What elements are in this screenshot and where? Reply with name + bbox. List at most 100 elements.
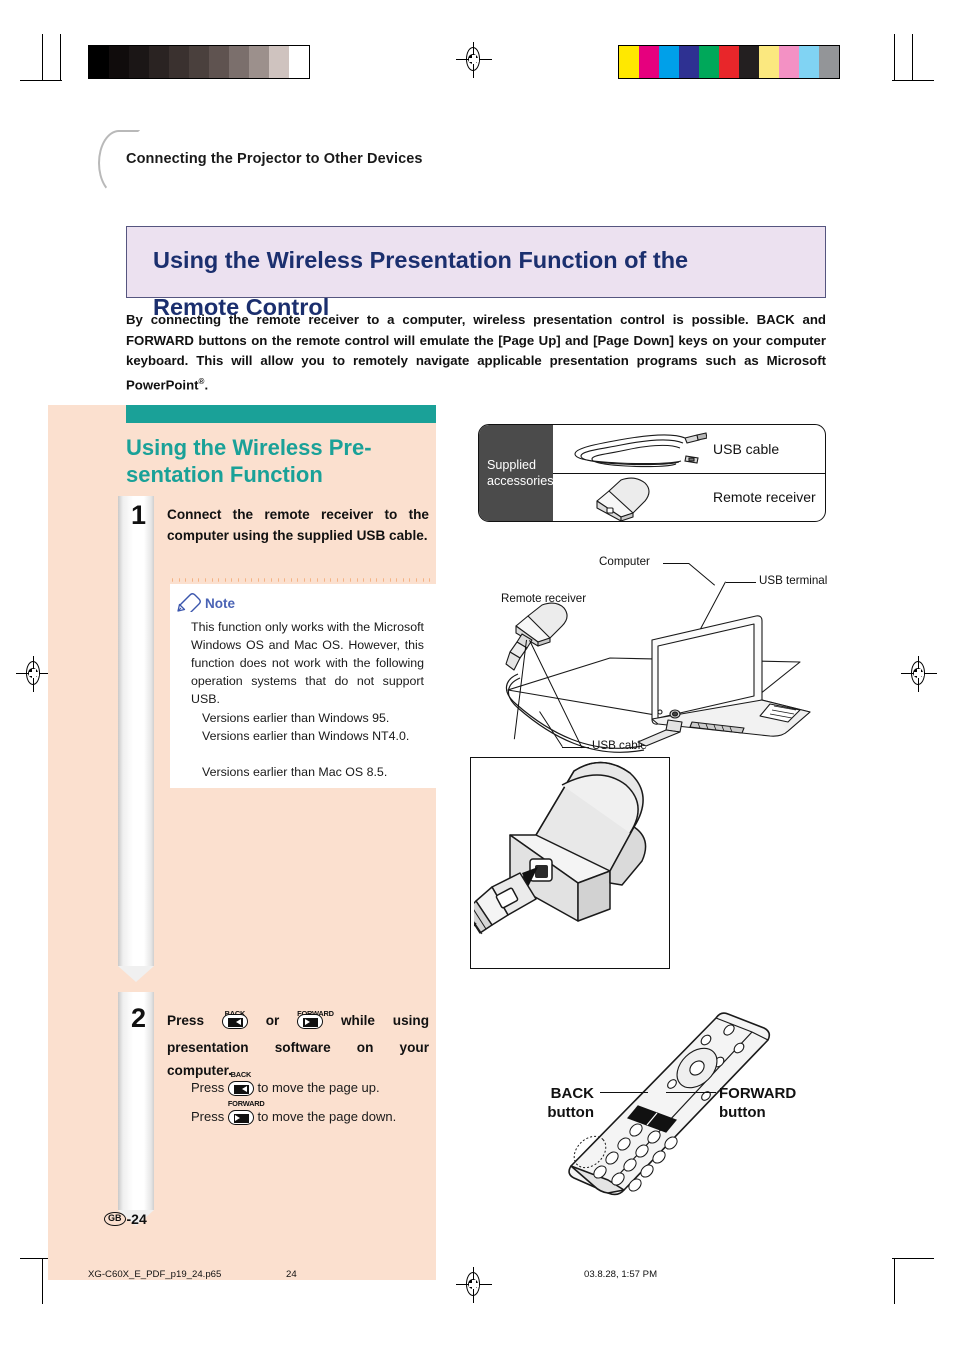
substep1-action: to move the page up. (257, 1080, 380, 1095)
grayscale-swatch (109, 46, 129, 78)
grayscale-swatch (129, 46, 149, 78)
color-calibration-bar (618, 45, 840, 79)
grayscale-swatch (289, 46, 309, 78)
region-badge: GB (104, 1212, 126, 1226)
back-key-cap (221, 1014, 248, 1029)
supplied-accessories-box: Supplied accessories USB cable Remote re… (478, 424, 826, 522)
note-bullet-1: Versions earlier than Windows 95. (202, 711, 390, 725)
connection-diagram (505, 602, 811, 753)
section-heading-rule (126, 405, 436, 423)
crop-mark-bottom-left-v (42, 1258, 43, 1304)
footer-timestamp: 03.8.28, 1:57 PM (584, 1269, 658, 1280)
crop-mark-inner-left-v (60, 34, 61, 80)
color-swatch (619, 46, 639, 78)
color-swatch (679, 46, 699, 78)
crop-mark-outer-right-h (892, 80, 934, 81)
registration-mark-right (901, 656, 937, 692)
page-number-value: -24 (126, 1211, 147, 1227)
crop-mark-bottom-right-h (892, 1258, 934, 1259)
back-key-cap-sub (227, 1081, 254, 1096)
forward-button-callout-line1: FORWARD (719, 1085, 797, 1102)
step2-text: Press BACK or FORWARD while using presen… (167, 1009, 429, 1082)
supplied-accessories-label: Supplied accessories (479, 425, 554, 521)
supplied-label-line2: accessories (487, 474, 554, 488)
note-paragraph: This function only works with the Micros… (191, 620, 424, 707)
receiver-detail-illustration (474, 761, 647, 935)
crop-mark-bottom-right-v (894, 1258, 895, 1304)
forward-key-glyph-sub: FORWARD (227, 1099, 265, 1128)
grayscale-calibration-bar (88, 45, 310, 79)
footer-filename: XG-C60X_E_PDF_p19_24.p65 (88, 1269, 222, 1280)
forward-button-callout-line2: button (719, 1104, 766, 1121)
color-swatch (739, 46, 759, 78)
section-heading-line2: sentation Function (126, 462, 323, 487)
crop-mark-inner-right-v (912, 34, 913, 80)
leader-line-forward-button (666, 1092, 716, 1093)
intro-period: . (204, 376, 209, 392)
grayscale-swatch (89, 46, 109, 78)
grayscale-swatch (189, 46, 209, 78)
leader-line-usb-terminal (726, 582, 756, 583)
step1-number: 1 (131, 500, 147, 530)
forward-key-glyph: FORWARD (297, 1009, 334, 1036)
usb-cable-label: USB cable (713, 441, 780, 457)
back-key-caption-sub: BACK (230, 1070, 252, 1079)
crop-mark-top-left-v2 (42, 34, 43, 80)
registration-mark-left (16, 656, 52, 692)
supplied-label-line1: Supplied (487, 458, 537, 472)
back-button-callout-line2: button (547, 1104, 594, 1121)
page-title-line1: Using the Wireless Presentation Function… (153, 247, 689, 273)
step1-flow-arrow (118, 496, 154, 982)
forward-button-callout: FORWARD button (719, 1084, 819, 1122)
back-key-glyph-sub: BACK (227, 1070, 254, 1099)
accessories-row-usb-cable: USB cable (553, 425, 825, 473)
leader-line-computer-diag (688, 563, 716, 586)
color-swatch (759, 46, 779, 78)
intro-paragraph: By connecting the remote receiver to a c… (126, 310, 826, 395)
remote-receiver-label: Remote receiver (713, 489, 816, 505)
footer-page: 24 (286, 1269, 297, 1280)
color-swatch (699, 46, 719, 78)
grayscale-swatch (249, 46, 269, 78)
intro-text: By connecting the remote receiver to a c… (126, 312, 826, 392)
grayscale-swatch (229, 46, 249, 78)
registration-mark-bottom (456, 1267, 492, 1303)
diagram-label-usb-terminal: USB terminal (759, 574, 828, 587)
section-heading-line1: Using the Wireless Pre- (126, 435, 372, 460)
step1-text: Connect the remote receiver to the compu… (167, 507, 429, 543)
grayscale-swatch (269, 46, 289, 78)
crop-mark-outer-left-h (20, 80, 62, 81)
note-bullet-2: Versions earlier than Windows NT4.0. (202, 729, 410, 743)
color-swatch (819, 46, 839, 78)
color-swatch (719, 46, 739, 78)
back-button-callout: BACK button (528, 1084, 594, 1122)
pencil-icon (177, 593, 201, 612)
chapter-title: Connecting the Projector to Other Device… (126, 151, 423, 167)
color-swatch (779, 46, 799, 78)
diagram-label-computer: Computer (599, 555, 650, 568)
registration-mark-top (456, 42, 492, 78)
forward-key-caption-sub: FORWARD (227, 1099, 265, 1108)
substep1-press-label: Press (191, 1080, 225, 1095)
substep2-press-label: Press (191, 1109, 225, 1124)
page-title-box: Using the Wireless Presentation Function… (126, 226, 826, 320)
forward-key-cap-sub (227, 1110, 254, 1125)
leader-line-back-button (600, 1092, 648, 1093)
forward-key-cap (297, 1014, 324, 1029)
section-heading: Using the Wireless Pre- sentation Functi… (126, 434, 426, 488)
note-dotted-border (172, 578, 431, 583)
grayscale-swatch (209, 46, 229, 78)
back-key-glyph: BACK (221, 1009, 248, 1036)
step2-substep-2: Press FORWARD to move the page down. (191, 1099, 436, 1128)
note-label: Note (205, 596, 235, 611)
color-swatch (659, 46, 679, 78)
back-button-callout-line1: BACK (550, 1085, 594, 1102)
step2-or-label: or (265, 1013, 280, 1028)
substep2-action: to move the page down. (257, 1109, 397, 1124)
color-swatch (799, 46, 819, 78)
step2-number: 2 (131, 1003, 147, 1033)
grayscale-swatch (169, 46, 189, 78)
page-number: GB -24 (104, 1211, 147, 1227)
color-swatch (639, 46, 659, 78)
step2-substep-1: Press BACK to move the page up. (191, 1070, 436, 1099)
